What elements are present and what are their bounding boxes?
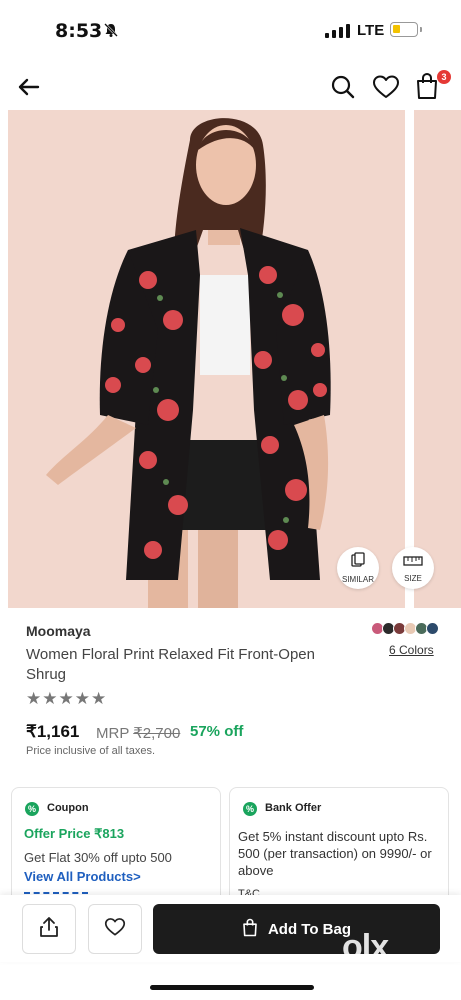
- view-all-products-link[interactable]: View All Products>: [24, 869, 141, 884]
- wishlist-button[interactable]: [88, 904, 142, 954]
- similar-icon: [350, 552, 366, 573]
- coupon-card[interactable]: % Coupon Offer Price ₹813 Get Flat 30% o…: [11, 787, 221, 907]
- share-button[interactable]: [22, 904, 76, 954]
- bank-offer-title: Bank Offer: [265, 802, 322, 814]
- discount-percent: 57% off: [190, 723, 244, 740]
- selling-price: ₹1,161: [26, 722, 80, 741]
- colors-link[interactable]: 6 Colors: [389, 643, 434, 657]
- bottom-action-bar: Add To Bag: [0, 895, 461, 962]
- offer-price: Offer Price ₹813: [24, 826, 125, 841]
- tax-note: Price inclusive of all taxes.: [26, 745, 155, 757]
- add-to-bag-label: Add To Bag: [267, 920, 352, 938]
- status-bar: 8:53 LTE: [0, 0, 461, 62]
- mrp-label: MRP: [96, 725, 130, 742]
- back-arrow-icon[interactable]: [16, 74, 42, 105]
- bag-icon: [242, 918, 258, 941]
- mrp-price: MRP ₹2,700: [96, 724, 180, 742]
- coupon-description: Get Flat 30% off upto 500: [24, 850, 172, 865]
- battery-icon: [390, 22, 418, 37]
- product-brand[interactable]: Moomaya: [26, 623, 91, 639]
- color-swatches[interactable]: [371, 622, 439, 635]
- similar-button[interactable]: SIMILAR: [337, 547, 379, 589]
- coupon-title: Coupon: [47, 802, 89, 814]
- signal-icon: [325, 24, 350, 38]
- battery-tip: [420, 27, 422, 32]
- shopping-bag-icon[interactable]: [415, 72, 439, 105]
- coupon-code-dashed: [24, 892, 88, 894]
- top-nav: 3: [0, 62, 461, 110]
- size-chart-button[interactable]: SIZE: [392, 547, 434, 589]
- product-image[interactable]: [8, 110, 405, 608]
- bell-muted-icon: [103, 22, 119, 43]
- percent-icon: %: [25, 802, 39, 816]
- ruler-icon: [403, 554, 423, 572]
- olx-watermark: olx: [342, 928, 389, 966]
- next-product-image-peek[interactable]: [414, 110, 461, 608]
- mrp-value: ₹2,700: [133, 725, 181, 742]
- add-to-bag-button[interactable]: Add To Bag: [153, 904, 440, 954]
- cart-count-badge: 3: [437, 70, 451, 84]
- bank-offer-description: Get 5% instant discount upto Rs. 500 (pe…: [238, 829, 432, 878]
- model-shrug-illustration: [8, 110, 405, 608]
- search-icon[interactable]: [330, 74, 356, 105]
- color-swatch[interactable]: [426, 622, 439, 635]
- wishlist-heart-icon[interactable]: [372, 74, 400, 105]
- bank-offer-card[interactable]: % Bank Offer Get 5% instant discount upt…: [229, 787, 449, 907]
- home-indicator: [150, 985, 314, 990]
- network-type: LTE: [357, 22, 385, 39]
- percent-icon: %: [243, 802, 257, 816]
- similar-label: SIMILAR: [341, 575, 374, 584]
- status-time: 8:53: [55, 20, 103, 42]
- rating-stars: ★★★★★: [26, 689, 108, 708]
- product-title: Women Floral Print Relaxed Fit Front-Ope…: [26, 646, 315, 683]
- share-icon: [39, 916, 59, 943]
- size-label: SIZE: [404, 573, 422, 583]
- heart-icon: [104, 917, 126, 942]
